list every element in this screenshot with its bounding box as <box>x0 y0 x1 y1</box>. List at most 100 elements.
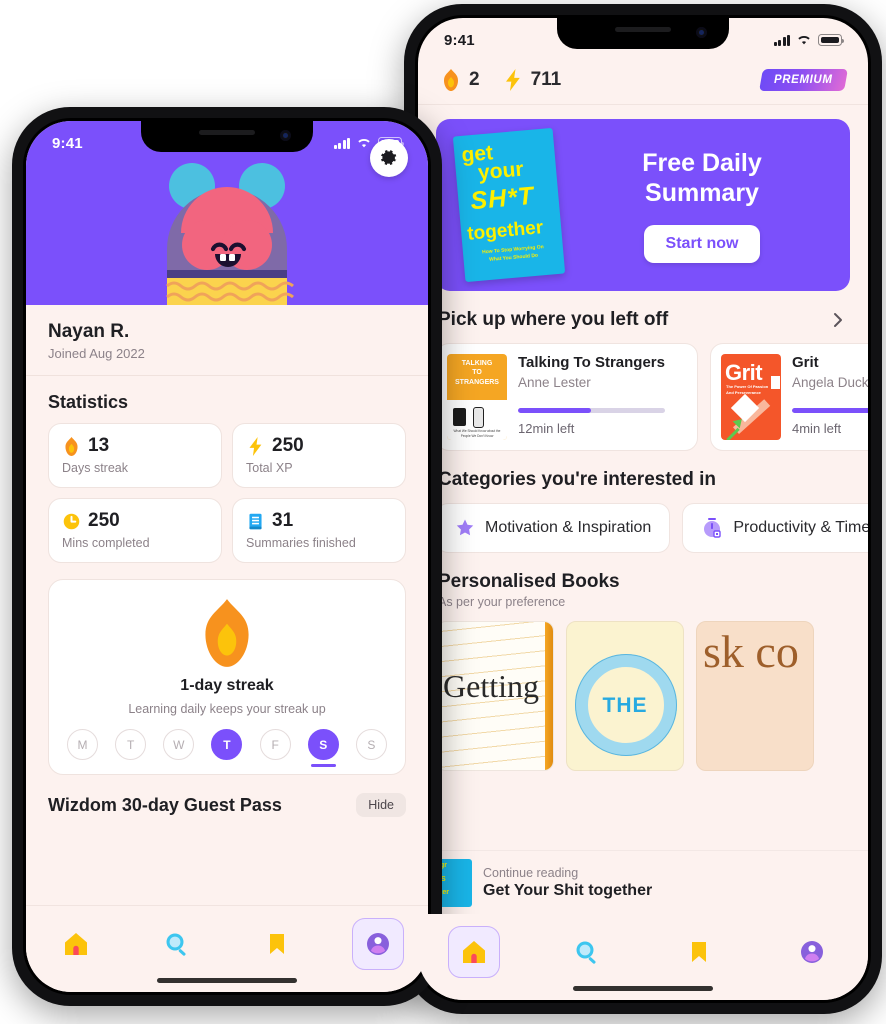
mini-player[interactable]: gr S ter Continue reading Get Your Shit … <box>418 850 868 914</box>
book-icon <box>249 513 262 529</box>
streak-subtitle: Learning daily keeps your streak up <box>128 702 326 716</box>
home-content-scroll[interactable]: get your SH*T together How To Stop Worry… <box>418 105 868 914</box>
phone-home: 9:41 2 711 PREMIUM get your SH*T togethe… <box>404 4 882 1014</box>
home-indicator <box>157 978 297 983</box>
stat-card-mins-completed[interactable]: 250 Mins completed <box>48 498 222 563</box>
home-screen: 9:41 2 711 PREMIUM get your SH*T togethe… <box>418 18 868 1000</box>
continue-book-author: Angela Duckworth <box>792 375 868 390</box>
premium-badge[interactable]: PREMIUM <box>759 69 848 91</box>
tab-home[interactable] <box>448 926 501 978</box>
tab-search[interactable] <box>561 926 613 978</box>
personalised-section-header: Personalised Books <box>418 553 868 593</box>
personalised-book-card[interactable]: sk co <box>696 621 814 771</box>
bolt-icon <box>249 436 262 456</box>
category-chip-productivity[interactable]: Productivity & Time <box>682 503 868 553</box>
categories-row[interactable]: Motivation & Inspiration Productivity & … <box>418 491 868 553</box>
banner-book-cover: get your SH*T together How To Stop Worry… <box>452 127 566 283</box>
continue-card[interactable]: TALKING TO STRANGERS What We Should Know a… <box>436 343 698 451</box>
stat-value: 13 <box>88 435 110 456</box>
clock-icon <box>63 513 80 529</box>
streak-day[interactable]: T <box>115 729 147 760</box>
search-icon <box>576 941 596 964</box>
front-camera <box>280 130 291 141</box>
stat-label: Mins completed <box>62 536 150 550</box>
personalised-book-card[interactable]: Getting <box>436 621 554 771</box>
battery-icon <box>818 34 844 46</box>
profile-joined: Joined Aug 2022 <box>48 346 145 361</box>
status-time: 9:41 <box>444 31 475 49</box>
bookmark-icon <box>692 942 707 962</box>
streak-card: 1-day streak Learning daily keeps your s… <box>48 579 406 775</box>
bottom-tabbar-profile <box>26 906 428 992</box>
battery-icon <box>378 137 404 149</box>
stat-card-total-xp[interactable]: 250 Total XP <box>232 423 406 488</box>
tab-search[interactable] <box>151 918 203 970</box>
earpiece-speaker <box>199 130 255 135</box>
progress-bar <box>792 408 868 413</box>
guest-pass-row: Wizdom 30-day Guest Pass Hide <box>26 775 428 821</box>
statistics-title: Statistics <box>48 392 129 412</box>
wifi-icon <box>356 137 372 149</box>
book-title: sk co <box>703 626 799 677</box>
time-left-label: 4min left <box>792 421 842 436</box>
categories-section-title: Categories you're interested in <box>438 469 716 490</box>
guest-pass-title: Wizdom 30-day Guest Pass <box>48 794 282 815</box>
personalised-books-row[interactable]: Getting THE sk co <box>418 609 868 771</box>
status-time: 9:41 <box>52 134 83 152</box>
notch <box>141 121 313 152</box>
xp-value: 711 <box>530 69 562 90</box>
personalised-book-card[interactable]: THE <box>566 621 684 771</box>
phone-bezel: 9:41 <box>23 118 431 995</box>
profile-icon <box>366 933 389 955</box>
streak-day[interactable]: W <box>163 729 195 760</box>
book-title: THE <box>602 694 648 717</box>
chevron-right-icon[interactable] <box>828 310 848 330</box>
progress-bar <box>518 408 665 413</box>
stat-card-summaries-finished[interactable]: 31 Summaries finished <box>232 498 406 563</box>
streak-title: 1-day streak <box>180 677 274 694</box>
continue-book-author: Anne Lester <box>518 375 591 390</box>
stopwatch-icon <box>704 518 722 538</box>
streak-day[interactable]: T <box>211 729 243 760</box>
bookmark-icon <box>270 934 285 954</box>
mini-player-cover: gr S ter <box>438 858 472 907</box>
tab-home[interactable] <box>50 918 102 970</box>
mini-player-title: Get Your Shit together <box>483 881 653 899</box>
hide-button[interactable]: Hide <box>356 793 406 817</box>
continue-book-title: Grit <box>792 354 819 371</box>
profile-body: Nayan R. Joined Aug 2022 Statistics 13 D… <box>26 305 428 905</box>
personalised-section-subtitle: As per your preference <box>438 595 566 609</box>
category-chip-motivation[interactable]: Motivation & Inspiration <box>436 503 671 553</box>
streak-days-row: M T W T F S S <box>63 729 391 767</box>
book-cover-grit: Grit The Power Of Passion And Perseveranc… <box>721 354 781 440</box>
avatar <box>151 153 303 305</box>
personalised-section-title: Personalised Books <box>438 571 620 592</box>
tab-profile[interactable] <box>351 918 404 970</box>
front-camera <box>696 27 707 38</box>
tab-bookmark[interactable] <box>251 918 303 970</box>
bolt-icon <box>505 69 520 91</box>
tab-profile[interactable] <box>786 926 838 978</box>
profile-screen: 9:41 Nayan R. Joined Aug 2022 Statistics… <box>26 121 428 992</box>
streak-day[interactable]: F <box>259 729 291 760</box>
statistics-grid: 13 Days streak 250 Total XP 250 Mins com… <box>26 423 428 563</box>
home-icon <box>463 941 486 963</box>
profile-name-block: Nayan R. Joined Aug 2022 <box>26 305 428 376</box>
streak-day[interactable]: M <box>67 729 98 760</box>
tab-bookmark[interactable] <box>673 926 725 978</box>
streak-day[interactable]: S <box>307 729 339 767</box>
stat-label: Summaries finished <box>246 536 356 550</box>
stat-card-days-streak[interactable]: 13 Days streak <box>48 423 222 488</box>
flame-icon <box>65 436 78 456</box>
continue-card[interactable]: Grit The Power Of Passion And Perseveranc… <box>710 343 868 451</box>
cover-line-4: together <box>466 217 545 245</box>
streak-day[interactable]: S <box>355 729 387 760</box>
start-now-button[interactable]: Start now <box>643 224 761 263</box>
continue-book-title: Talking To Strangers <box>518 354 665 371</box>
stat-label: Days streak <box>62 461 128 475</box>
daily-summary-banner[interactable]: get your SH*T together How To Stop Worry… <box>436 119 850 291</box>
category-label: Motivation & Inspiration <box>485 519 652 536</box>
earpiece-speaker <box>615 27 671 32</box>
search-icon <box>166 933 186 956</box>
continue-cards-row[interactable]: TALKING TO STRANGERS What We Should Know a… <box>418 331 868 451</box>
